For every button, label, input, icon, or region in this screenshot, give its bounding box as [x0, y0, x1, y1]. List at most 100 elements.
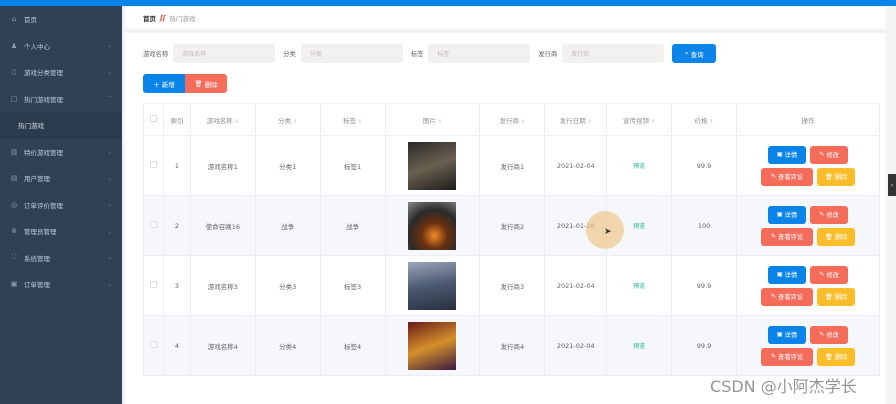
review-label: 查看评论: [778, 234, 804, 241]
view-reviews-button[interactable]: ✎ 查看评论: [760, 227, 813, 246]
column-header[interactable]: 价格 ⇕: [671, 103, 737, 136]
edit-button[interactable]: ✎ 修改: [809, 265, 848, 284]
row-checkbox[interactable]: [149, 221, 157, 228]
detail-button[interactable]: ▣ 详情: [767, 145, 806, 164]
delete-label: 删除: [834, 294, 848, 301]
sidebar-item-9[interactable]: ⛶ 系统管理 ⌄: [0, 245, 122, 272]
sidebar-item-0[interactable]: ⌂ 首页: [0, 6, 122, 33]
sidebar-item-1[interactable]: ♟ 个人中心 ⌄: [0, 33, 122, 60]
preview-link[interactable]: 预览: [633, 343, 645, 350]
sidebar-item-label: 订单评价管理: [24, 201, 63, 210]
detail-label: 详情: [784, 212, 798, 219]
delete-button[interactable]: 🗑 删除: [816, 347, 855, 366]
column-header[interactable]: 宣传视频 ⇕: [606, 103, 673, 136]
actions-cell: ▣ 详情 ✎ 修改 ✎ 查看评论 🗑 删除: [735, 255, 881, 316]
toolbar: ＋ 新增 🗑 删除: [143, 74, 227, 93]
game-image[interactable]: [408, 141, 457, 190]
view-reviews-button[interactable]: ✎ 查看评论: [760, 347, 813, 366]
add-button[interactable]: ＋ 新增: [143, 74, 185, 93]
sidebar-item-label: 订单管理: [24, 281, 50, 290]
game-image[interactable]: [408, 261, 457, 310]
select-all-header: [143, 103, 164, 136]
sort-icon[interactable]: ⇕: [521, 119, 525, 125]
column-header[interactable]: 游戏名称 ⇕: [189, 103, 256, 136]
search-input-3[interactable]: 发行商: [562, 44, 665, 63]
sort-icon[interactable]: ⇕: [438, 119, 442, 125]
sidebar-item-6[interactable]: ▤ 用户管理 ⌄: [0, 165, 122, 192]
name-cell: 使命召唤16: [189, 195, 256, 256]
scrollbar[interactable]: [885, 6, 896, 404]
delete-button[interactable]: 🗑 删除: [816, 287, 855, 306]
column-header-label: 操作: [801, 116, 815, 125]
side-toggle-button[interactable]: ‹: [888, 174, 896, 196]
sidebar-item-label: 个人中心: [24, 42, 50, 51]
sort-icon[interactable]: ⇕: [358, 119, 362, 125]
sidebar-item-label: 首页: [24, 16, 37, 25]
sidebar-item-2[interactable]: ▯ 游戏分类管理 ⌄: [0, 59, 122, 86]
edit-button[interactable]: ✎ 修改: [809, 325, 848, 344]
search-bar: 游戏名称 游戏名称 分类 分类 标签 标签 发行商 发行商 ⌕ 查询: [143, 44, 717, 63]
price-cell: 99.9: [671, 135, 737, 196]
delete-button[interactable]: 🗑 删除: [816, 167, 855, 186]
search-input-0[interactable]: 游戏名称: [173, 44, 276, 63]
preview-link[interactable]: 预览: [633, 223, 645, 230]
detail-button[interactable]: ▣ 详情: [767, 325, 806, 344]
sort-icon[interactable]: ⇕: [588, 119, 592, 125]
main-panel: 游戏名称 游戏名称 分类 分类 标签 标签 发行商 发行商 ⌕ 查询 ＋ 新增 🗑 删除 索引游…: [125, 33, 885, 404]
date-cell: 2021-02-04: [544, 135, 608, 196]
view-reviews-button[interactable]: ✎ 查看评论: [760, 287, 813, 306]
category-cell: 分类4: [254, 315, 321, 376]
select-all-checkbox[interactable]: [149, 115, 157, 122]
sort-icon[interactable]: ⇕: [235, 119, 239, 125]
video-cell: 预览: [606, 135, 673, 196]
column-header[interactable]: 发行日期 ⇕: [544, 103, 608, 136]
edit-button[interactable]: ✎ 修改: [809, 205, 848, 224]
tag-cell: 战争: [319, 195, 386, 256]
delete-button[interactable]: 🗑 删除: [816, 227, 855, 246]
sidebar-item-8[interactable]: ⊗ 管理员管理 ⌄: [0, 218, 122, 245]
image-cell: [384, 195, 481, 256]
sort-icon[interactable]: ⇕: [293, 119, 297, 125]
preview-link[interactable]: 预览: [633, 283, 645, 290]
sidebar-item-3[interactable]: □ 热门游戏管理 ⌃: [0, 86, 122, 113]
category-cell: 分类1: [254, 135, 321, 196]
preview-link[interactable]: 预览: [633, 163, 645, 170]
game-image[interactable]: [408, 321, 457, 370]
publisher-cell: 发行商3: [479, 255, 546, 316]
view-reviews-button[interactable]: ✎ 查看评论: [760, 167, 813, 186]
sidebar-item-label: 用户管理: [24, 175, 50, 184]
index-cell: 2: [162, 195, 191, 256]
edit-button[interactable]: ✎ 修改: [809, 145, 848, 164]
row-checkbox[interactable]: [149, 281, 157, 288]
column-header[interactable]: 发行商 ⇕: [479, 103, 546, 136]
close-circle-icon: ⊗: [11, 227, 17, 236]
sort-icon[interactable]: ⇕: [651, 119, 655, 125]
breadcrumb-home[interactable]: 首页: [143, 13, 156, 23]
sidebar-item-10[interactable]: ▣ 订单管理 ⌄: [0, 271, 122, 298]
edit-label: 修改: [826, 332, 839, 339]
query-button[interactable]: ⌕ 查询: [672, 44, 717, 63]
column-header[interactable]: 分类 ⇕: [254, 103, 321, 136]
table-row: 4 游戏名称4 分类4 标签4 发行商4 2021-02-04 预览 99.9 ▣ 详情…: [143, 315, 881, 376]
column-header[interactable]: 图片 ⇕: [384, 103, 481, 136]
row-checkbox[interactable]: [149, 341, 157, 348]
watermark: CSDN @小阿杰学长: [710, 377, 857, 396]
detail-button[interactable]: ▣ 详情: [767, 265, 806, 284]
column-header[interactable]: 标签 ⇕: [319, 103, 386, 136]
chevron-icon: ⌄: [106, 68, 112, 76]
sidebar-item-label: 特价游戏管理: [24, 148, 63, 157]
sidebar: ⌂ 首页 ♟ 个人中心 ⌄ ▯ 游戏分类管理 ⌄ □ 热门游戏管理 ⌃ 热门游戏 ▥ 特价游戏管理 ⌄ ▤ 用户…: [0, 6, 122, 404]
detail-button[interactable]: ▣ 详情: [767, 205, 806, 224]
batch-delete-button[interactable]: 🗑 删除: [185, 74, 227, 93]
sort-icon[interactable]: ⇕: [709, 119, 713, 125]
price-cell: 99.9: [671, 315, 737, 376]
game-image[interactable]: [408, 201, 457, 250]
sidebar-item-4[interactable]: 热门游戏: [0, 112, 122, 139]
column-header-label: 索引: [170, 116, 184, 125]
home-icon: ⌂: [11, 15, 17, 24]
search-input-2[interactable]: 标签: [428, 44, 531, 63]
sidebar-item-5[interactable]: ▥ 特价游戏管理 ⌄: [0, 139, 122, 166]
search-input-1[interactable]: 分类: [300, 44, 403, 63]
row-checkbox[interactable]: [149, 161, 157, 168]
sidebar-item-7[interactable]: ◎ 订单评价管理 ⌄: [0, 192, 122, 219]
